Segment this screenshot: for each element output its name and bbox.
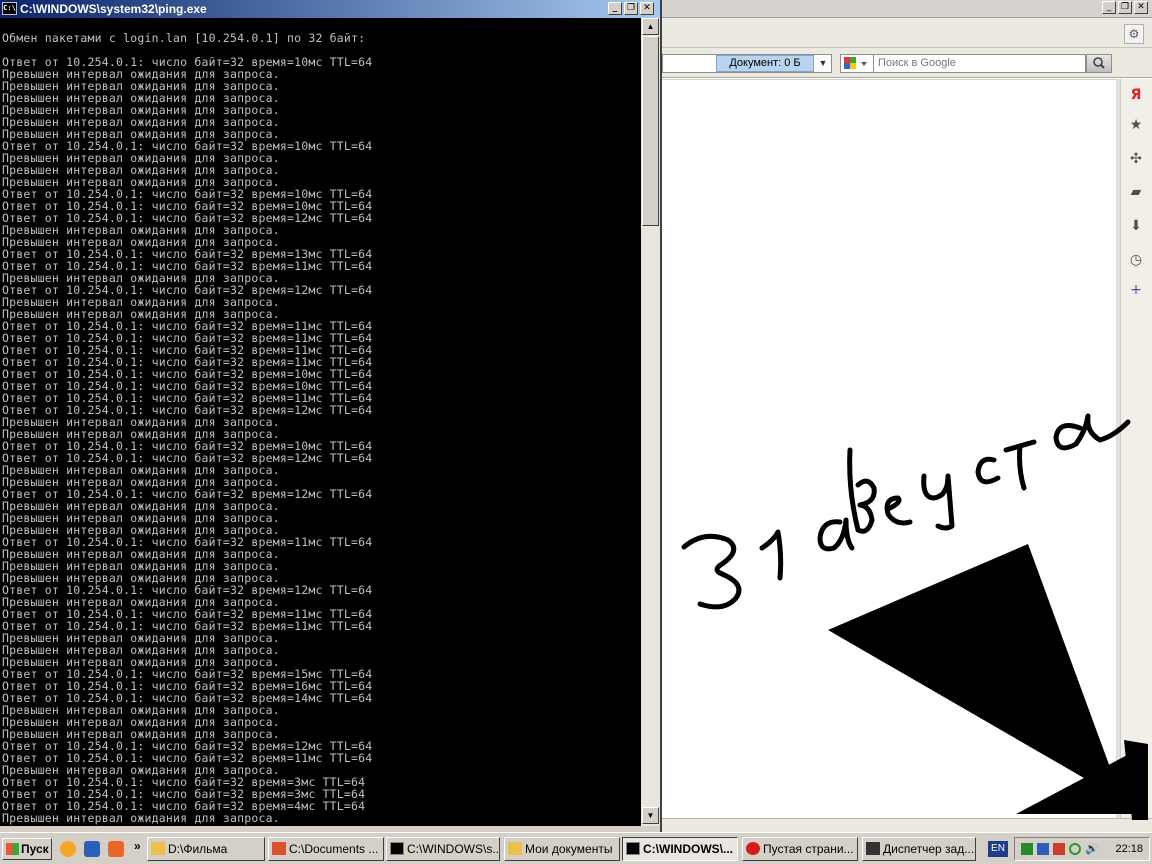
yandex-icon[interactable]: Я (1126, 85, 1146, 105)
browser-tabbar (662, 18, 1152, 48)
scroll-thumb[interactable] (642, 36, 659, 226)
taskbar-button[interactable]: C:\WINDOWS\s... (386, 837, 500, 861)
search-engine-selector[interactable] (840, 54, 874, 73)
windows-logo-icon (6, 843, 19, 855)
console-icon (390, 842, 404, 855)
search-icon[interactable] (1086, 54, 1112, 73)
maximize-button[interactable]: ❐ (624, 2, 638, 15)
console-line: Обмен пакетами с login.lan [10.254.0.1] … (2, 31, 366, 45)
handwritten-annotation (681, 413, 1148, 820)
taskbar-button-label: Мои документы (525, 842, 613, 856)
taskbar-button[interactable]: Пустая страни... (742, 837, 858, 861)
opera-quicklaunch-icon[interactable] (60, 841, 76, 857)
console-icon (626, 842, 640, 855)
taskbar-button[interactable]: Диспетчер зад... (862, 837, 976, 861)
tray-app-icon[interactable] (1069, 843, 1081, 855)
minimize-button[interactable]: _ (1102, 1, 1116, 14)
settings-icon[interactable]: ⚙ (1124, 24, 1144, 44)
task-manager-icon (866, 842, 880, 855)
scroll-down-button[interactable]: ▼ (642, 807, 659, 824)
taskbar-button-label: C:\WINDOWS\s... (407, 842, 500, 856)
quicklaunch-icon[interactable] (84, 841, 100, 857)
console-scrollbar[interactable]: ▲ ▼ (641, 18, 660, 826)
bookmarks-icon[interactable]: ★ (1126, 115, 1146, 135)
folder-icon (508, 842, 522, 855)
chevron-down-icon[interactable]: ▼ (816, 55, 830, 72)
taskbar-button[interactable]: C:\Documents ... (268, 837, 384, 861)
search-input[interactable]: Поиск в Google (874, 54, 1086, 73)
taskbar-button-label: Пустая страни... (763, 842, 854, 856)
taskbar: Пуск » D:\Фильма C:\Documents ... C:\WINDO… (0, 832, 1152, 864)
documents-icon (272, 842, 286, 855)
maximize-button[interactable]: ❐ (1118, 1, 1132, 14)
document-size-indicator: Документ: 0 Б (716, 55, 814, 72)
add-panel-icon[interactable]: + (1126, 280, 1146, 300)
notes-icon[interactable]: ▰ (1126, 182, 1146, 202)
start-button[interactable]: Пуск (2, 838, 52, 860)
console-icon: C:\ (2, 2, 17, 15)
quicklaunch-expand-icon[interactable]: » (134, 839, 141, 853)
console-window: C:\ C:\WINDOWS\system32\ping.exe _ ❐ ✕ О… (0, 0, 662, 832)
tray-app-icon[interactable] (1021, 843, 1033, 855)
history-icon[interactable]: ◷ (1126, 250, 1146, 270)
system-tray: 🔊 22:18 (1014, 837, 1150, 861)
downloads-icon[interactable]: ⬇ (1126, 216, 1146, 236)
network-icon[interactable] (1037, 843, 1049, 855)
quicklaunch-icon[interactable] (108, 841, 124, 857)
language-indicator[interactable]: EN (988, 841, 1008, 857)
console-output[interactable]: Обмен пакетами с login.lan [10.254.0.1] … (0, 18, 641, 826)
unite-icon[interactable]: ✣ (1126, 149, 1146, 169)
taskbar-button[interactable]: D:\Фильма (147, 837, 265, 861)
close-button[interactable]: ✕ (1134, 1, 1148, 14)
minimize-button[interactable]: _ (608, 2, 622, 15)
taskbar-button[interactable]: Мои документы (504, 837, 620, 861)
taskbar-button-label: C:\Documents ... (289, 842, 379, 856)
close-button[interactable]: ✕ (640, 2, 654, 15)
console-line: Превышен интервал ожидания для запроса. (2, 811, 280, 825)
start-label: Пуск (21, 842, 49, 856)
taskbar-button-label: D:\Фильма (168, 842, 228, 856)
scroll-up-button[interactable]: ▲ (642, 18, 659, 35)
tray-app-icon[interactable] (1053, 843, 1065, 855)
folder-icon (151, 842, 165, 855)
console-title: C:\WINDOWS\system32\ping.exe (20, 2, 207, 16)
browser-titlebar[interactable]: _ ❐ ✕ (662, 0, 1152, 18)
clock[interactable]: 22:18 (1115, 838, 1143, 860)
taskbar-button-label: Диспетчер зад... (883, 842, 975, 856)
volume-icon[interactable]: 🔊 (1085, 843, 1099, 855)
console-text: Обмен пакетами с login.lan [10.254.0.1] … (2, 32, 372, 824)
taskbar-button-label: C:\WINDOWS\... (643, 842, 733, 856)
console-titlebar[interactable]: C:\ C:\WINDOWS\system32\ping.exe _ ❐ ✕ (0, 0, 660, 18)
taskbar-button[interactable]: C:\WINDOWS\... (622, 837, 738, 861)
opera-icon (746, 842, 760, 855)
